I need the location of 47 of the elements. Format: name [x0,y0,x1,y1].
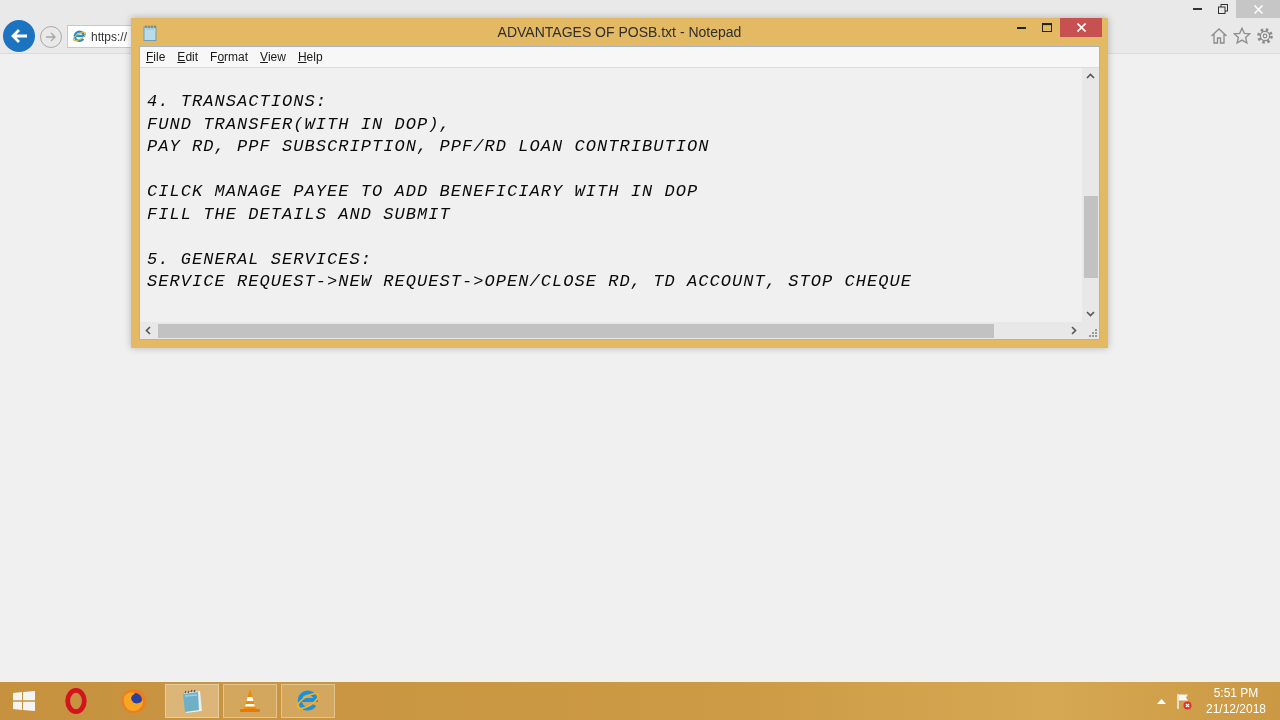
back-button[interactable] [3,20,35,52]
forward-arrow-icon [45,32,57,42]
traffic-cone-icon [238,688,262,714]
menu-item[interactable]: File [140,47,172,67]
notepad-icon [143,25,157,41]
scrollbar-thumb[interactable] [158,323,994,338]
horizontal-scrollbar[interactable] [140,322,1082,339]
maximize-icon [1042,23,1052,32]
clock-date: 21/12/2018 [1205,701,1267,717]
taskbar-button[interactable] [281,684,335,718]
close-button[interactable] [1060,18,1102,37]
settings-icon[interactable] [1256,27,1274,45]
scrollbar-thumb[interactable] [1083,196,1098,278]
text-line: CILCK MANAGE PAYEE TO ADD BENEFICIARY WITH IN DOP [147,181,699,203]
close-icon [1076,23,1086,32]
minimize-icon [1192,8,1202,10]
taskbar-button[interactable] [165,684,219,718]
back-arrow-icon [10,28,28,44]
vertical-scrollbar[interactable] [1082,68,1099,322]
minimize-icon [1016,26,1026,29]
clock-time: 5:51 PM [1213,685,1259,701]
menu-item[interactable]: View [254,47,292,67]
menu-item[interactable]: Format [204,47,255,67]
caret-up-icon[interactable] [1157,698,1166,704]
star-icon[interactable] [1233,27,1251,45]
text-line: 5. GENERAL SERVICES: [147,248,373,271]
menu-item[interactable]: Help [291,47,329,67]
text-line: SERVICE REQUEST->NEW REQUEST->OPEN/CLOSE RD, TD ACCOUNT, STOP CHEQUE [147,271,913,293]
text-line: 4. TRANSACTIONS: [147,91,328,113]
window-title: ADVANTAGES OF POSB.txt - Notepad [497,23,742,42]
globe-icon [121,688,147,714]
text-line: FILL THE DETAILS AND SUBMIT [147,203,451,226]
taskbar-button[interactable] [223,684,277,718]
restore-icon [1218,4,1228,14]
e-orbit-icon [295,688,321,714]
e-orbit-icon [72,29,87,44]
ring-icon [65,688,87,714]
home-icon[interactable] [1210,27,1228,45]
text-line: PAY RD, PPF SUBSCRIPTION, PPF/RD LOAN CONTRIBUTION [147,136,710,158]
menu-item[interactable]: Edit [171,47,205,67]
close-icon [1253,4,1263,14]
windows-logo-icon [12,691,35,711]
text-line: FUND TRANSFER(WITH IN DOP), [147,113,451,136]
notepad-icon [180,688,204,714]
address-field[interactable]: https:// [67,25,131,48]
text-editor-field[interactable] [140,68,1082,322]
flag-icon[interactable] [1176,692,1192,710]
